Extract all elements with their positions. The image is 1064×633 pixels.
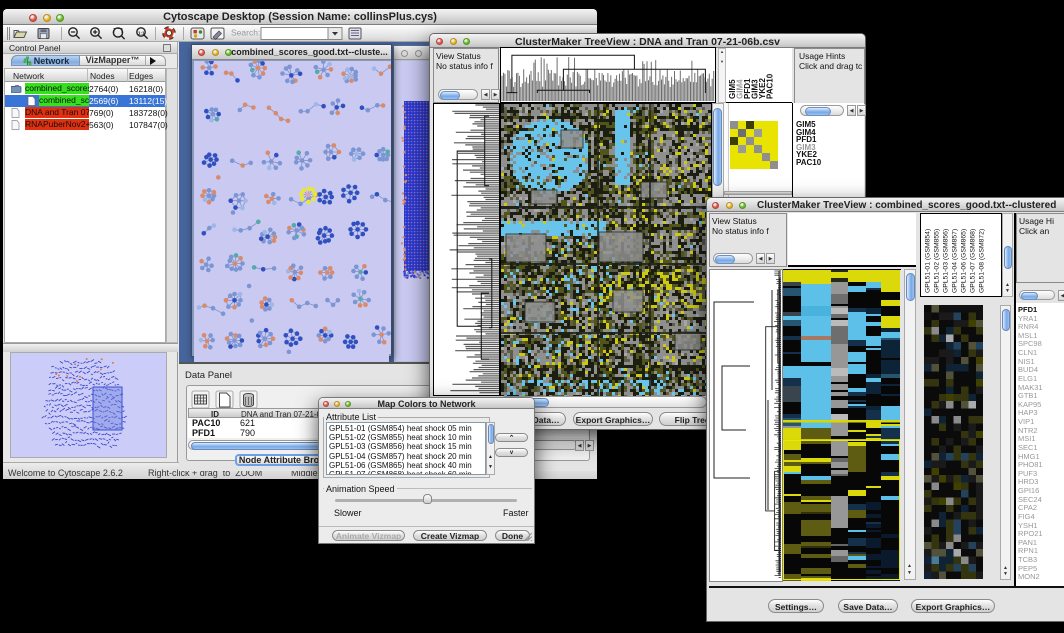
svg-text:GPL51-01 (GSM854): GPL51-01 (GSM854) xyxy=(925,229,932,293)
svg-text:1:1: 1:1 xyxy=(138,31,145,36)
svg-text:GPL51-06 (GSM865): GPL51-06 (GSM865) xyxy=(961,229,968,293)
svg-text:GPL51-07 (GSM868): GPL51-07 (GSM868) xyxy=(970,229,977,293)
svg-text:GPL51-04 (GSM857): GPL51-04 (GSM857) xyxy=(952,229,959,293)
svg-text:PAC10: PAC10 xyxy=(766,73,775,99)
svg-text:Search:: Search: xyxy=(231,28,260,38)
svg-text:GPL51-02 (GSM855): GPL51-02 (GSM855) xyxy=(934,229,941,293)
svg-text:GPL51-08 (GSM872): GPL51-08 (GSM872) xyxy=(979,229,986,293)
svg-text:GPL51-03 (GSM856): GPL51-03 (GSM856) xyxy=(943,229,950,293)
